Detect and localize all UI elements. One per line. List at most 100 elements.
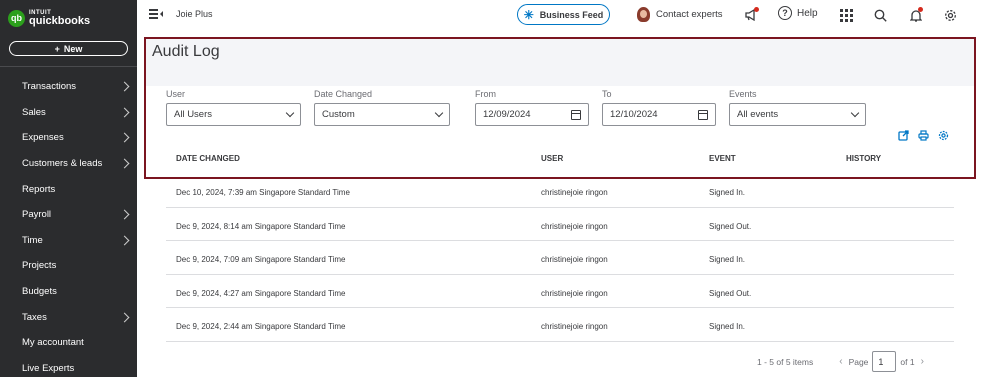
row-user: christinejoie ringon (541, 288, 608, 298)
sidebar-item-label: Time (22, 234, 43, 246)
previous-page-icon[interactable]: ‹ (839, 356, 842, 367)
new-button-label: New (63, 43, 83, 54)
sidebar-item-projects[interactable]: Projects (0, 253, 137, 279)
events-filter: Events All events (729, 89, 866, 126)
sidebar-item-sales[interactable]: Sales (0, 100, 137, 126)
row-user: christinejoie ringon (541, 221, 608, 231)
calendar-icon[interactable] (571, 109, 581, 120)
sidebar-item-payroll[interactable]: Payroll (0, 202, 137, 228)
qb-logo-badge: qb (8, 9, 25, 27)
row-user: christinejoie ringon (541, 255, 608, 265)
sidebar-divider (0, 66, 137, 67)
row-event: Signed In. (709, 322, 746, 332)
chevron-right-icon (119, 209, 130, 220)
user-filter: User All Users (166, 89, 301, 126)
help-icon: ? (778, 6, 792, 20)
date-changed-filter: Date Changed Custom (314, 89, 450, 126)
pagination: 1 - 5 of 5 items ‹ Page 1 of 1 › (757, 351, 930, 372)
app-grid-icon[interactable] (838, 7, 854, 23)
table-toolbar (898, 130, 949, 141)
from-date-filter: From 12/09/2024 (475, 89, 589, 126)
sidebar-item-label: Expenses (22, 132, 64, 144)
sidebar-item-label: Customers & leads (22, 158, 103, 170)
print-icon[interactable] (918, 130, 929, 141)
from-date-label: From (475, 89, 496, 99)
sidebar-item-budgets[interactable]: Budgets (0, 279, 137, 305)
sidebar-item-label: Transactions (22, 81, 77, 93)
business-feed-button[interactable]: ✳ Business Feed (517, 4, 610, 25)
new-button[interactable]: + New (9, 41, 128, 56)
sidebar-item-transactions[interactable]: Transactions (0, 74, 137, 100)
chevron-down-icon (285, 108, 295, 117)
table-row[interactable]: Dec 9, 2024, 2:44 am Singapore Standard … (166, 308, 954, 342)
search-icon[interactable] (872, 7, 888, 23)
row-event: Signed In. (709, 188, 746, 197)
page-number-input[interactable]: 1 (872, 351, 897, 372)
chevron-right-icon (119, 312, 130, 323)
row-user: christinejoie ringon (541, 188, 608, 197)
user-dropdown[interactable]: All Users (166, 103, 301, 126)
row-event: Signed Out. (709, 288, 752, 298)
date-changed-value: Custom (322, 109, 355, 120)
hamburger-collapse-icon[interactable] (149, 9, 163, 19)
audit-table-body: Dec 10, 2024, 7:39 am Singapore Standard… (166, 174, 954, 342)
from-date-input[interactable]: 12/09/2024 (475, 103, 589, 126)
sidebar-item-label: Projects (22, 260, 57, 272)
quickbooks-logo[interactable]: qb INTUIT quickbooks (8, 7, 90, 29)
sidebar-item-customers-leads[interactable]: Customers & leads (0, 151, 137, 177)
calendar-icon[interactable] (698, 109, 708, 120)
top-bar: Joie Plus ✳ Business Feed Contact expert… (137, 0, 998, 30)
events-label: Events (729, 89, 757, 99)
events-dropdown[interactable]: All events (729, 103, 866, 126)
notification-alert-dot (918, 7, 923, 12)
table-row[interactable]: Dec 9, 2024, 4:27 am Singapore Standard … (166, 275, 954, 309)
sidebar-item-label: Taxes (22, 311, 47, 323)
column-header-user[interactable]: USER (541, 154, 563, 163)
contact-experts-button[interactable]: Contact experts (637, 7, 723, 22)
date-changed-dropdown[interactable]: Custom (314, 103, 450, 126)
page-title: Audit Log (152, 43, 220, 60)
sidebar-item-expenses[interactable]: Expenses (0, 125, 137, 151)
chevron-right-icon (119, 235, 130, 246)
sidebar-item-taxes[interactable]: Taxes (0, 304, 137, 330)
row-event: Signed In. (709, 255, 746, 265)
sidebar-item-time[interactable]: Time (0, 228, 137, 254)
table-settings-icon[interactable] (938, 130, 949, 141)
megaphone-icon[interactable] (743, 7, 759, 23)
export-icon[interactable] (898, 130, 909, 141)
chevron-down-icon (434, 108, 444, 117)
settings-gear-icon[interactable] (942, 7, 958, 23)
table-header: DATE CHANGED USER EVENT HISTORY (166, 154, 954, 166)
row-date: Dec 9, 2024, 4:27 am Singapore Standard … (176, 288, 346, 298)
chevron-right-icon (119, 158, 130, 169)
sidebar-item-my-accountant[interactable]: My accountant (0, 330, 137, 356)
contact-experts-label: Contact experts (656, 9, 723, 20)
events-dropdown-value: All events (737, 109, 779, 120)
table-row[interactable]: Dec 10, 2024, 7:39 am Singapore Standard… (166, 174, 954, 208)
next-page-icon[interactable]: › (921, 356, 924, 367)
to-date-input[interactable]: 12/10/2024 (602, 103, 716, 126)
help-label: Help (797, 7, 818, 19)
expert-avatar (637, 7, 650, 22)
app: qb INTUIT quickbooks + New Transactions … (0, 0, 998, 377)
column-header-history[interactable]: HISTORY (846, 154, 881, 163)
sidebar-item-live-experts[interactable]: Live Experts (0, 356, 137, 377)
sidebar-item-label: Payroll (22, 209, 52, 221)
notification-bell-icon[interactable] (908, 7, 924, 23)
business-feed-label: Business Feed (539, 9, 604, 20)
sidebar-item-reports[interactable]: Reports (0, 176, 137, 202)
column-header-event[interactable]: EVENT (709, 154, 736, 163)
sidebar-item-label: Reports (22, 183, 56, 195)
row-date: Dec 9, 2024, 7:09 am Singapore Standard … (176, 255, 346, 265)
megaphone-alert-dot (754, 7, 759, 12)
help-button[interactable]: ? Help (778, 6, 818, 20)
table-row[interactable]: Dec 9, 2024, 7:09 am Singapore Standard … (166, 241, 954, 275)
sidebar-item-label: Live Experts (22, 362, 75, 374)
chevron-right-icon (119, 133, 130, 143)
date-changed-label: Date Changed (314, 89, 373, 99)
user-filter-label: User (166, 89, 186, 99)
column-header-date-changed[interactable]: DATE CHANGED (176, 154, 240, 163)
table-row[interactable]: Dec 9, 2024, 8:14 am Singapore Standard … (166, 208, 954, 242)
to-date-filter: To 12/10/2024 (602, 89, 716, 126)
audit-log-page: Audit Log User All Users Date Changed Cu… (137, 30, 998, 377)
